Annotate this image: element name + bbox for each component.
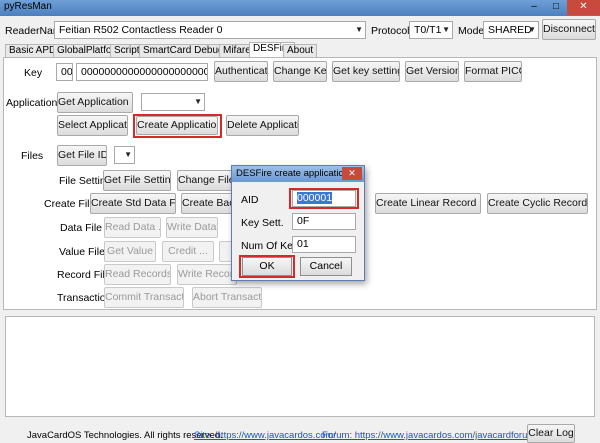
file-select[interactable]: ▼	[114, 146, 135, 164]
files-label: Files	[21, 150, 44, 162]
chevron-down-icon: ▼	[124, 150, 132, 159]
close-icon[interactable]: ✕	[342, 167, 362, 180]
dialog-title: DESFire create application	[236, 168, 349, 179]
credit-button[interactable]: Credit ...	[162, 241, 214, 262]
write-data-button[interactable]: Write Data ...	[166, 217, 218, 238]
get-file-settings-button[interactable]: Get File Settings	[103, 170, 171, 191]
site-link[interactable]: Site: https://www.javacardos.com/	[194, 430, 336, 441]
key-sett-field[interactable]: 0F	[292, 213, 356, 230]
chevron-down-icon: ▼	[442, 25, 450, 34]
get-version-button[interactable]: Get Version	[405, 61, 459, 82]
clear-log-button[interactable]: Clear Log	[527, 424, 575, 443]
change-key-button[interactable]: Change Key	[273, 61, 327, 82]
get-application-ids-button[interactable]: Get Application IDs	[57, 92, 133, 113]
change-file-settings-button[interactable]: Change File Se...	[177, 170, 237, 191]
tab-about[interactable]: About	[283, 44, 318, 57]
ok-button[interactable]: OK	[242, 257, 292, 276]
num-of-keys-field[interactable]: 01	[292, 236, 356, 253]
key-sett-label: Key Sett.	[241, 217, 284, 229]
maximize-icon[interactable]: □	[545, 0, 567, 15]
chevron-down-icon: ▼	[194, 97, 202, 106]
chevron-down-icon: ▼	[355, 25, 363, 34]
application-select[interactable]: ▼	[141, 93, 205, 111]
chevron-down-icon: ▼	[528, 25, 536, 34]
disconnect-button[interactable]: Disconnect	[542, 19, 596, 40]
read-data-button[interactable]: Read Data ...	[104, 217, 161, 238]
read-records-button[interactable]: Read Records ...	[104, 264, 171, 285]
key-label: Key	[24, 67, 43, 79]
applications-label: Applications	[6, 97, 63, 109]
create-linear-record-file-button[interactable]: Create Linear Record File ...	[375, 193, 481, 214]
get-file-ids-button[interactable]: Get File IDs	[57, 145, 107, 166]
get-value-button[interactable]: Get Value	[104, 241, 156, 262]
protocol-select[interactable]: T0/T1 ▼	[409, 21, 453, 39]
mode-select[interactable]: SHARED ▼	[483, 21, 539, 39]
create-application-button[interactable]: Create Application ...	[136, 116, 218, 135]
delete-application-button[interactable]: Delete Application	[226, 115, 299, 136]
aid-field-value: 000001	[297, 192, 333, 204]
create-file-label: Create File	[44, 198, 96, 210]
write-record-button[interactable]: Write Record ...	[177, 264, 237, 285]
close-icon[interactable]: ✕	[567, 0, 600, 15]
reader-select[interactable]: Feitian R502 Contactless Reader 0 ▼	[54, 21, 366, 39]
minimize-icon[interactable]: –	[523, 0, 545, 15]
create-application-dialog: DESFire create application ✕ AID 000001 …	[231, 165, 365, 281]
aid-field[interactable]: 000001	[292, 190, 356, 207]
forum-link[interactable]: Forum: https://www.javacardos.com/javaca…	[322, 430, 538, 441]
dialog-title-bar: DESFire create application ✕	[232, 166, 364, 182]
title-bar: pyResMan – □ ✕	[0, 0, 600, 16]
window-title: pyResMan	[4, 1, 52, 12]
authenticate-button[interactable]: Authenticate	[214, 61, 268, 82]
log-area[interactable]	[5, 316, 595, 417]
protocol-select-value: T0/T1	[414, 24, 442, 36]
commit-transaction-button[interactable]: Commit Transaction	[104, 287, 184, 308]
data-file-label: Data File	[60, 222, 103, 234]
abort-transaction-button[interactable]: Abort Transaction	[192, 287, 262, 308]
key-value-field[interactable]: 00000000000000000000000000000000	[76, 63, 208, 81]
reader-select-value: Feitian R502 Contactless Reader 0	[59, 24, 223, 36]
get-key-settings-button[interactable]: Get key settings	[332, 61, 400, 82]
select-application-button[interactable]: Select Application	[57, 115, 128, 136]
create-backup-file-button[interactable]: Create Backu...	[181, 193, 237, 214]
format-picc-button[interactable]: Format PICC	[464, 61, 522, 82]
cancel-button[interactable]: Cancel	[300, 257, 352, 276]
protocol-label: Protocol	[371, 25, 410, 37]
record-file-label: Record File	[57, 269, 111, 281]
value-file-label: Value File	[59, 246, 105, 258]
mode-select-value: SHARED	[488, 24, 532, 36]
create-cyclic-record-file-button[interactable]: Create Cyclic Record File ...	[487, 193, 588, 214]
key-number-field[interactable]: 00	[56, 63, 73, 81]
aid-label: AID	[241, 194, 259, 206]
mode-label: Mode	[458, 25, 485, 37]
create-std-data-file-button[interactable]: Create Std Data File ...	[90, 193, 176, 214]
